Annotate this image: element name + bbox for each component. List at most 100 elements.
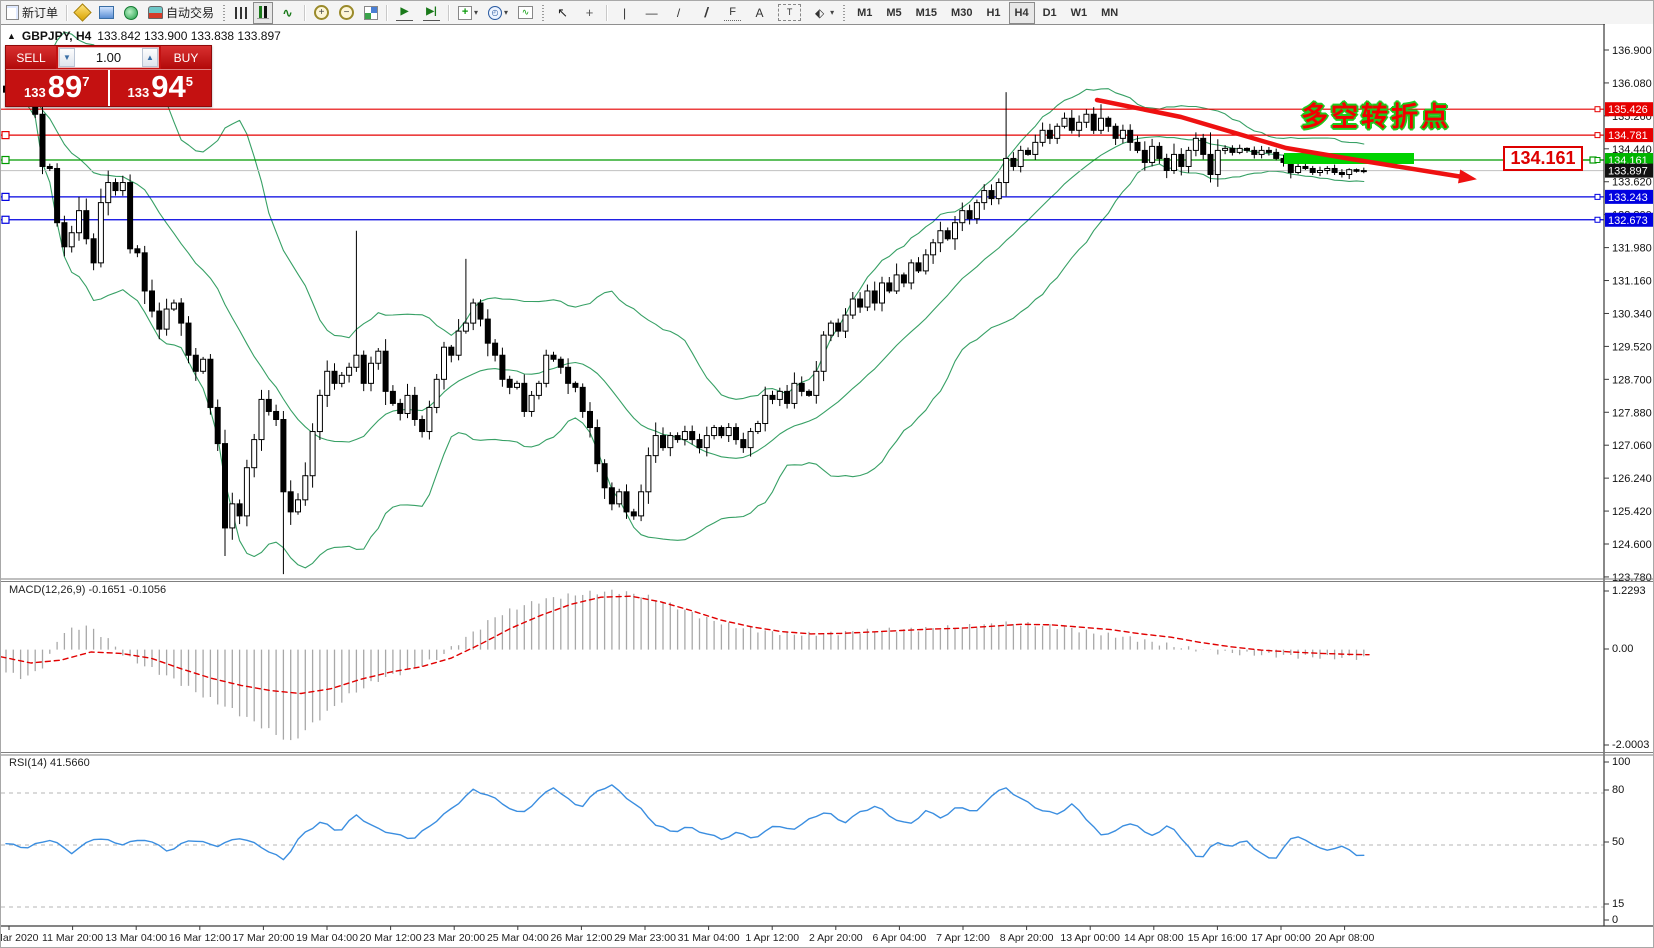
toolbar-separator: [842, 5, 847, 21]
text-icon: A: [751, 5, 768, 20]
zoom-out-button[interactable]: −: [335, 2, 358, 24]
autotrading-button[interactable]: 自动交易: [144, 2, 218, 24]
horizontal-line-button[interactable]: —: [639, 2, 664, 24]
timeframe-h4-button[interactable]: H4: [1009, 2, 1035, 24]
chart-canvas[interactable]: 136.900136.080135.260134.440133.620132.8…: [1, 24, 1654, 948]
svg-text:80: 80: [1612, 784, 1624, 796]
bar-chart-icon: [235, 7, 247, 19]
line-chart-button[interactable]: ∿: [275, 2, 300, 24]
new-order-icon: [6, 5, 19, 20]
data-window-icon: [99, 6, 114, 19]
profiles-button[interactable]: ◴▾: [484, 2, 512, 24]
zoom-in-icon: +: [314, 5, 329, 20]
ohlc-values: 133.842 133.900 133.838 133.897: [97, 29, 281, 43]
crosshair-button[interactable]: +: [577, 2, 602, 24]
svg-text:29 Mar 23:00: 29 Mar 23:00: [614, 932, 676, 944]
profiles-icon: ◴: [488, 6, 502, 20]
timeframe-m5-button[interactable]: M5: [880, 2, 907, 24]
text-label-icon: T: [778, 4, 801, 21]
bar-chart-button[interactable]: [231, 2, 251, 24]
timeframe-m1-button[interactable]: M1: [851, 2, 878, 24]
svg-text:13 Apr 00:00: 13 Apr 00:00: [1060, 932, 1120, 944]
channel-button[interactable]: ||: [693, 2, 718, 24]
vertical-line-icon: |: [616, 5, 633, 20]
svg-text:17 Mar 20:00: 17 Mar 20:00: [232, 932, 294, 944]
symbol-period-label: GBPJPY, H4: [22, 29, 91, 43]
auto-scroll-button[interactable]: ▶|: [419, 2, 444, 24]
collapse-icon[interactable]: ▲: [7, 31, 16, 41]
shapes-button[interactable]: ⬖▾: [807, 2, 838, 24]
crosshair-icon: +: [581, 5, 598, 20]
chart-window: 136.900136.080135.260134.440133.620132.8…: [1, 24, 1654, 948]
strategy-tester-icon[interactable]: [120, 2, 142, 24]
chart-title: ▲ GBPJPY, H4 133.842 133.900 133.838 133…: [7, 29, 281, 43]
svg-text:123.780: 123.780: [1612, 572, 1652, 584]
candlestick-chart-button[interactable]: [253, 2, 273, 24]
timeframe-m30-button[interactable]: M30: [945, 2, 978, 24]
svg-text:20 Mar 12:00: 20 Mar 12:00: [360, 932, 422, 944]
fibonacci-button[interactable]: F: [720, 2, 745, 24]
svg-text:31 Mar 04:00: 31 Mar 04:00: [678, 932, 740, 944]
chart-shift-button[interactable]: ▶: [392, 2, 417, 24]
svg-text:19 Mar 04:00: 19 Mar 04:00: [296, 932, 358, 944]
dropdown-arrow-icon: ▾: [830, 8, 834, 17]
new-order-button[interactable]: 新订单: [2, 2, 62, 24]
svg-text:132.673: 132.673: [1608, 215, 1648, 227]
svg-text:135.426: 135.426: [1608, 104, 1648, 116]
text-label-button[interactable]: T: [774, 2, 805, 24]
timeframe-w1-button[interactable]: W1: [1065, 2, 1094, 24]
svg-text:129.520: 129.520: [1612, 341, 1652, 353]
svg-text:130.340: 130.340: [1612, 308, 1652, 320]
zoom-in-button[interactable]: +: [310, 2, 333, 24]
rsi-indicator-label: RSI(14) 41.5660: [9, 757, 90, 769]
svg-text:6 Apr 04:00: 6 Apr 04:00: [873, 932, 927, 944]
indicators-button[interactable]: ∿: [514, 2, 537, 24]
svg-text:127.060: 127.060: [1612, 440, 1652, 452]
timeframe-m15-button[interactable]: M15: [910, 2, 943, 24]
one-click-trading-panel: SELL ▼ ▲ BUY 133 89 7 133 94 5: [5, 45, 212, 107]
shapes-icon: ⬖: [811, 5, 828, 20]
svg-text:8 Apr 20:00: 8 Apr 20:00: [1000, 932, 1054, 944]
svg-text:1 Apr 12:00: 1 Apr 12:00: [745, 932, 799, 944]
data-window-icon[interactable]: [95, 2, 118, 24]
autotrading-icon: [148, 6, 163, 19]
svg-text:15 Apr 16:00: 15 Apr 16:00: [1188, 932, 1248, 944]
sell-price-prefix: 133: [24, 85, 46, 100]
volume-increase-button[interactable]: ▲: [142, 48, 158, 67]
svg-text:16 Mar 12:00: 16 Mar 12:00: [169, 932, 231, 944]
toolbar-separator: [606, 5, 608, 21]
volume-decrease-button[interactable]: ▼: [59, 48, 75, 67]
buy-price[interactable]: 133 94 5: [110, 70, 212, 106]
timeframe-d1-button[interactable]: D1: [1037, 2, 1063, 24]
vertical-line-button[interactable]: |: [612, 2, 637, 24]
svg-text:136.900: 136.900: [1612, 45, 1652, 57]
svg-text:23 Mar 20:00: 23 Mar 20:00: [423, 932, 485, 944]
svg-text:125.420: 125.420: [1612, 506, 1652, 518]
timeframe-mn-button[interactable]: MN: [1095, 2, 1124, 24]
timeframe-h1-button[interactable]: H1: [980, 2, 1006, 24]
new-chart-button[interactable]: +▾: [454, 2, 482, 24]
trendline-button[interactable]: /: [666, 2, 691, 24]
sell-price-main: 89: [48, 72, 82, 102]
tile-windows-button[interactable]: [360, 2, 382, 24]
toolbar-separator: [222, 5, 227, 21]
sell-price[interactable]: 133 89 7: [6, 70, 110, 106]
volume-input[interactable]: [75, 48, 142, 67]
buy-button[interactable]: BUY: [161, 46, 211, 69]
svg-text:133.620: 133.620: [1612, 177, 1652, 189]
strategy-tester-icon: [124, 6, 138, 20]
tile-windows-icon: [364, 6, 378, 20]
text-button[interactable]: A: [747, 2, 772, 24]
auto-scroll-icon: ▶|: [423, 5, 440, 21]
dropdown-arrow-icon: ▾: [474, 8, 478, 17]
svg-text:26 Mar 12:00: 26 Mar 12:00: [550, 932, 612, 944]
price-callout-box[interactable]: 134.161: [1503, 146, 1583, 171]
turning-point-annotation[interactable]: 多空转折点: [1301, 95, 1451, 134]
cursor-button[interactable]: ↖: [550, 2, 575, 24]
line-chart-icon: ∿: [279, 5, 296, 20]
svg-text:133.243: 133.243: [1608, 192, 1648, 204]
market-watch-icon[interactable]: [72, 2, 93, 24]
sell-button[interactable]: SELL: [6, 46, 56, 69]
new-chart-icon: +: [458, 6, 472, 20]
macd-indicator-label: MACD(12,26,9) -0.1651 -0.1056: [9, 584, 166, 596]
